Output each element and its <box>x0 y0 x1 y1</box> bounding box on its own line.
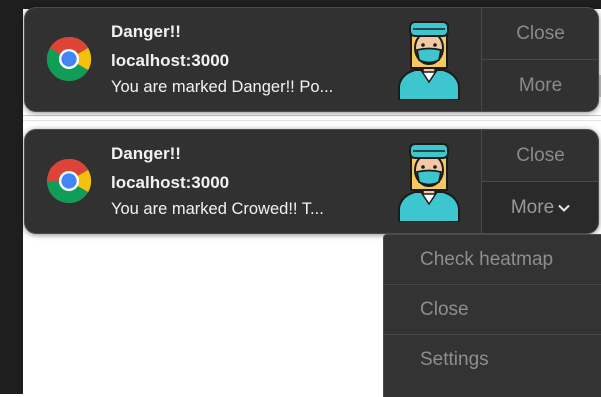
notification-1[interactable]: Danger!! localhost:3000 You are marked D… <box>24 7 599 112</box>
close-button[interactable]: Close <box>482 8 598 60</box>
notification-message: You are marked Danger!! Po... <box>111 78 334 96</box>
more-button[interactable]: More <box>482 182 598 233</box>
chrome-icon <box>46 158 92 204</box>
notification-site: localhost:3000 <box>111 51 230 70</box>
background-divider <box>23 120 601 121</box>
chrome-icon <box>46 36 92 82</box>
background-divider <box>23 115 601 116</box>
close-button[interactable]: Close <box>482 130 598 182</box>
menu-item-check-heatmap[interactable]: Check heatmap <box>384 235 601 285</box>
more-button[interactable]: More <box>482 60 598 111</box>
notification-2[interactable]: Danger!! localhost:3000 You are marked C… <box>24 129 599 234</box>
notification-actions: Close More <box>481 130 598 233</box>
more-options-menu: Check heatmap Close Settings <box>383 234 601 397</box>
notification-site: localhost:3000 <box>111 173 230 192</box>
chevron-down-icon <box>558 201 570 215</box>
masked-doctor-icon <box>398 143 460 222</box>
more-button-label: More <box>510 196 555 218</box>
notification-title: Danger!! <box>111 22 181 41</box>
menu-item-close[interactable]: Close <box>384 285 601 335</box>
notification-title: Danger!! <box>111 144 181 163</box>
menu-item-settings[interactable]: Settings <box>384 335 601 384</box>
background-left-strip <box>0 0 23 394</box>
masked-doctor-icon <box>398 21 460 100</box>
notification-actions: Close More <box>481 8 598 111</box>
notification-message: You are marked Crowed!! T... <box>111 200 324 218</box>
